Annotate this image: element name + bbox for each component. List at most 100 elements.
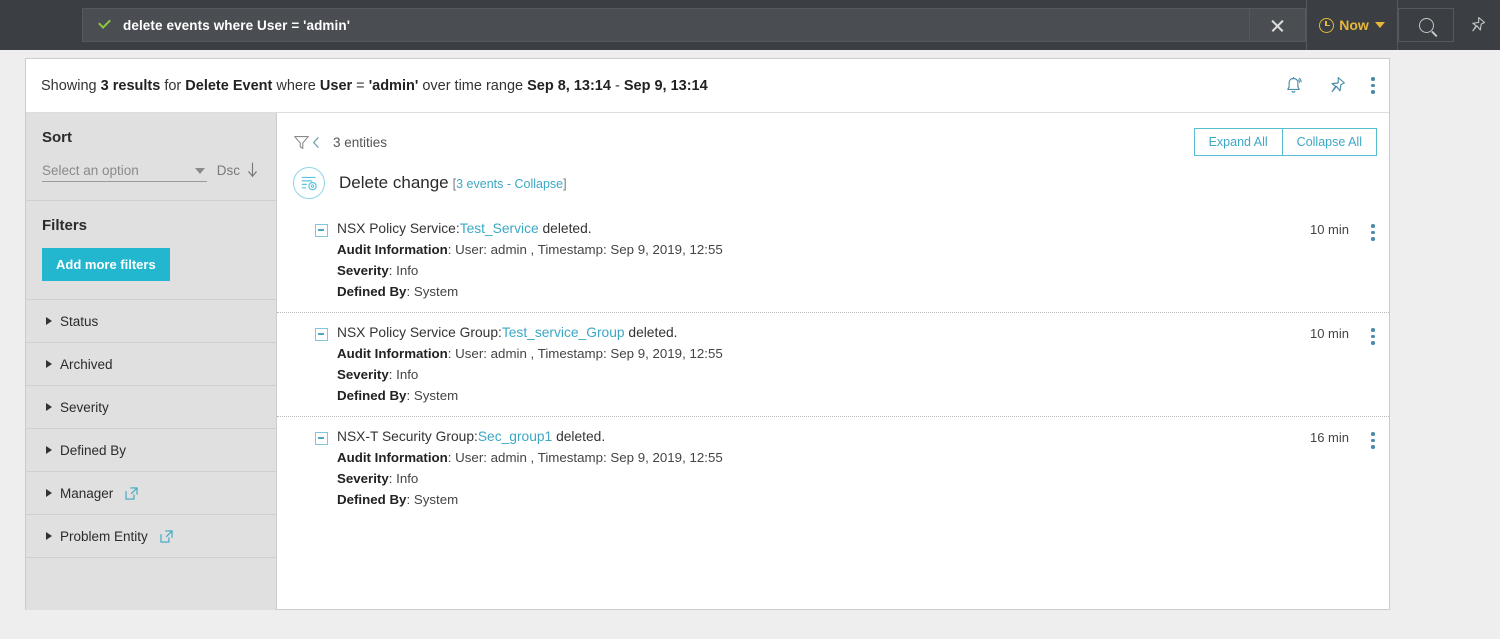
- results-more-menu[interactable]: [1369, 75, 1375, 96]
- severity-value: : Info: [388, 471, 419, 486]
- clock-icon: [1319, 17, 1335, 33]
- filter-item-manager[interactable]: Manager: [26, 472, 276, 515]
- sort-controls: Select an option Dsc: [42, 161, 260, 182]
- search-query-input[interactable]: delete events where User = 'admin': [82, 8, 1250, 42]
- expand-all-button[interactable]: Expand All: [1193, 128, 1283, 156]
- kebab-dot: [1371, 334, 1375, 338]
- filter-item-status[interactable]: Status: [26, 300, 276, 343]
- check-icon: [97, 17, 113, 33]
- event-content: NSX Policy Service Group:Test_service_Gr…: [337, 323, 1310, 406]
- collapse-minus-icon[interactable]: [315, 328, 328, 341]
- external-link-icon[interactable]: [160, 529, 173, 543]
- kebab-dot: [1371, 328, 1375, 332]
- event-entity-link[interactable]: Test_Service: [460, 221, 539, 236]
- sort-title: Sort: [42, 129, 72, 146]
- group-collapse-link[interactable]: Collapse: [515, 177, 564, 191]
- chevron-right-icon: [46, 532, 52, 540]
- search-button[interactable]: [1398, 8, 1454, 42]
- summary-prefix: Showing: [41, 77, 101, 94]
- event-title-prefix: NSX Policy Service Group:: [337, 325, 502, 340]
- time-range-selector[interactable]: Now: [1306, 0, 1398, 50]
- event-severity: Severity: Info: [337, 365, 1310, 385]
- event-title-suffix: deleted.: [538, 221, 592, 236]
- severity-value: : Info: [388, 367, 419, 382]
- results-content: 3 entities Expand All Collapse All Delet: [277, 113, 1389, 610]
- event-row: NSX Policy Service:Test_Service deleted.…: [277, 209, 1389, 312]
- filter-item-defined-by[interactable]: Defined By: [26, 429, 276, 472]
- group-events-count-link[interactable]: 3 events -: [456, 177, 514, 191]
- defined-by-value: : System: [406, 492, 459, 507]
- kebab-dot: [1371, 83, 1375, 88]
- event-audit-info: Audit Information: User: admin , Timesta…: [337, 240, 1310, 260]
- close-icon: [1270, 18, 1285, 33]
- severity-label: Severity: [337, 471, 389, 486]
- sort-direction-label: Dsc: [216, 162, 240, 178]
- filter-label: Archived: [60, 356, 113, 372]
- filters-sidebar: Sort Select an option Dsc Filters Add mo…: [26, 113, 277, 610]
- range-start: Sep 8, 13:14: [527, 77, 611, 94]
- chevron-right-icon: [46, 360, 52, 368]
- filter-item-archived[interactable]: Archived: [26, 343, 276, 386]
- filter-item-problem-entity[interactable]: Problem Entity: [26, 515, 276, 558]
- event-entity-link[interactable]: Sec_group1: [478, 429, 552, 444]
- range-end: Sep 9, 13:14: [623, 77, 708, 94]
- event-severity: Severity: Info: [337, 469, 1310, 489]
- search-icon: [1418, 17, 1434, 33]
- event-title-prefix: NSX Policy Service:: [337, 221, 460, 236]
- change-event-glyph: [301, 176, 317, 190]
- alert-button[interactable]: [1283, 75, 1304, 96]
- external-link-icon[interactable]: [125, 486, 138, 500]
- toggle-filters-button[interactable]: [293, 134, 322, 151]
- funnel-filter-icon: [294, 135, 309, 149]
- filters-title: Filters: [42, 217, 88, 234]
- group-title-wrap: Delete change [3 events - Collapse]: [339, 173, 567, 193]
- pin-button[interactable]: [1454, 0, 1500, 50]
- sort-direction-toggle[interactable]: Dsc: [217, 161, 260, 182]
- card-body: Sort Select an option Dsc Filters Add mo…: [26, 113, 1389, 610]
- event-more-menu[interactable]: [1369, 326, 1375, 347]
- event-more-menu[interactable]: [1369, 430, 1375, 451]
- filters-section: Filters Add more filters: [26, 201, 276, 300]
- chevron-down-icon: [194, 167, 205, 174]
- results-summary: Showing 3 results for Delete Event where…: [41, 78, 1283, 94]
- filter-item-severity[interactable]: Severity: [26, 386, 276, 429]
- defined-by-label: Defined By: [337, 492, 407, 507]
- event-entity-link[interactable]: Test_service_Group: [502, 325, 625, 340]
- chevron-down-icon: [1374, 22, 1385, 28]
- topbar-left-spacer: [0, 0, 82, 50]
- event-meta: 16 min: [1310, 427, 1375, 510]
- chevron-right-icon: [46, 403, 52, 411]
- pin-results-button[interactable]: [1326, 75, 1347, 96]
- clear-query-button[interactable]: [1250, 8, 1306, 42]
- defined-by-label: Defined By: [337, 284, 407, 299]
- kebab-dot: [1371, 90, 1375, 94]
- collapse-minus-icon[interactable]: [315, 224, 328, 237]
- kebab-dot: [1371, 432, 1375, 436]
- range-separator: -: [610, 77, 624, 94]
- event-time: 10 min: [1309, 222, 1349, 237]
- event-defined-by: Defined By: System: [337, 490, 1310, 510]
- collapse-minus-icon[interactable]: [315, 432, 328, 445]
- entities-count-label: 3 entities: [333, 134, 388, 150]
- collapse-all-button[interactable]: Collapse All: [1282, 128, 1377, 156]
- event-row: NSX-T Security Group:Sec_group1 deleted.…: [277, 416, 1389, 520]
- event-group-header: Delete change [3 events - Collapse]: [277, 161, 1389, 199]
- pin-icon: [1472, 16, 1486, 32]
- filter-label: Problem Entity: [60, 528, 148, 544]
- arrow-down-icon: [247, 162, 258, 178]
- sort-select[interactable]: Select an option: [42, 163, 207, 182]
- summary-mid3: =: [352, 77, 369, 94]
- bell-icon: [1287, 77, 1302, 93]
- chevron-right-icon: [46, 446, 52, 454]
- filter-label: Manager: [60, 485, 114, 501]
- event-defined-by: Defined By: System: [337, 386, 1310, 406]
- chevron-right-icon: [46, 317, 52, 325]
- event-more-menu[interactable]: [1369, 222, 1375, 243]
- filter-label: Defined By: [60, 442, 127, 458]
- add-more-filters-button[interactable]: Add more filters: [42, 248, 170, 281]
- audit-label: Audit Information: [337, 346, 448, 361]
- kebab-dot: [1371, 438, 1375, 442]
- results-header-actions: [1283, 75, 1375, 96]
- group-meta: [3 events - Collapse]: [453, 177, 567, 191]
- audit-value: : User: admin , Timestamp: Sep 9, 2019, …: [447, 450, 723, 465]
